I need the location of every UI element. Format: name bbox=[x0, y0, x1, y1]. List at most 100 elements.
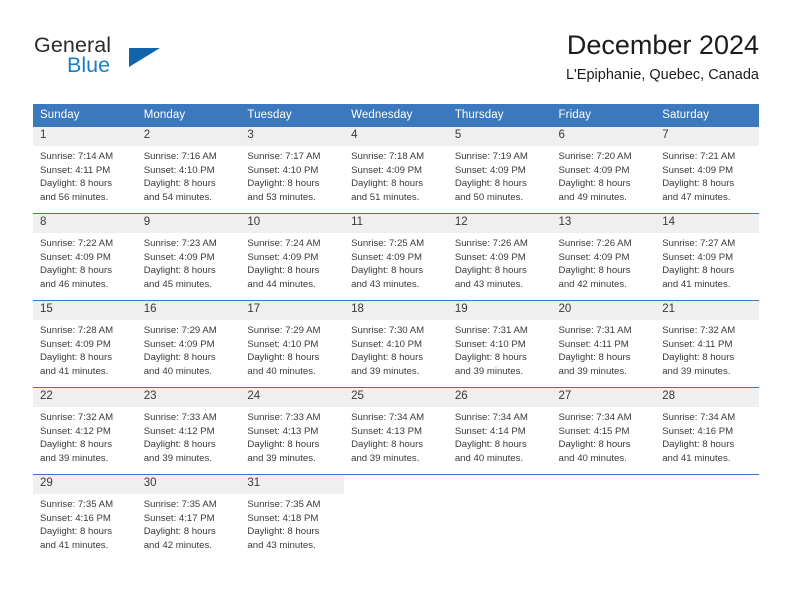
sunrise-text: Sunrise: 7:30 AM bbox=[351, 325, 425, 336]
calendar-day[interactable]: 1 Sunrise: 7:14 AM Sunset: 4:11 PM Daylight… bbox=[33, 126, 137, 213]
day-details: Sunrise: 7:32 AM Sunset: 4:12 PM Daylight:… bbox=[33, 407, 137, 465]
calendar-day[interactable]: 24 Sunrise: 7:33 AM Sunset: 4:13 PM Dayligh… bbox=[240, 387, 345, 474]
sunrise-text: Sunrise: 7:34 AM bbox=[662, 412, 736, 423]
daylight-text-line1: Daylight: 8 hours bbox=[143, 439, 216, 451]
calendar-cell bbox=[344, 474, 448, 568]
calendar-cell: 24 Sunrise: 7:33 AM Sunset: 4:13 PM Dayligh… bbox=[240, 387, 345, 474]
calendar-day[interactable]: 5 Sunrise: 7:19 AM Sunset: 4:09 PM Daylight… bbox=[447, 126, 552, 213]
calendar-day[interactable]: 14 Sunrise: 7:27 AM Sunset: 4:09 PM Dayligh… bbox=[655, 213, 759, 300]
calendar-day[interactable]: 23 Sunrise: 7:33 AM Sunset: 4:12 PM Dayligh… bbox=[136, 387, 241, 474]
sunset-text: Sunset: 4:16 PM bbox=[662, 425, 734, 437]
calendar-week-row: 1 Sunrise: 7:14 AM Sunset: 4:11 PM Daylight… bbox=[33, 126, 759, 213]
calendar-day[interactable]: 8 Sunrise: 7:22 AM Sunset: 4:09 PM Daylight… bbox=[33, 213, 137, 300]
calendar-day[interactable]: 27 Sunrise: 7:34 AM Sunset: 4:15 PM Dayligh… bbox=[551, 387, 656, 474]
calendar-day[interactable]: 21 Sunrise: 7:32 AM Sunset: 4:11 PM Dayligh… bbox=[655, 300, 759, 387]
page-title: December 2024 bbox=[566, 30, 759, 60]
day-details: Sunrise: 7:27 AM Sunset: 4:09 PM Daylight:… bbox=[655, 233, 759, 291]
sunset-text: Sunset: 4:12 PM bbox=[40, 425, 111, 437]
sunset-text: Sunset: 4:11 PM bbox=[558, 338, 629, 350]
daylight-text-line1: Daylight: 8 hours bbox=[454, 352, 527, 364]
calendar-day[interactable]: 13 Sunrise: 7:26 AM Sunset: 4:09 PM Dayligh… bbox=[551, 213, 656, 300]
daylight-text-line2: and 39 minutes. bbox=[454, 365, 524, 377]
calendar-cell: 16 Sunrise: 7:29 AM Sunset: 4:09 PM Dayligh… bbox=[136, 300, 241, 387]
calendar-day[interactable]: 28 Sunrise: 7:34 AM Sunset: 4:16 PM Dayligh… bbox=[655, 387, 759, 474]
daylight-text-line1: Daylight: 8 hours bbox=[40, 526, 112, 538]
sunrise-text: Sunrise: 7:29 AM bbox=[143, 325, 217, 336]
calendar-cell: 6 Sunrise: 7:20 AM Sunset: 4:09 PM Daylight… bbox=[551, 126, 656, 213]
calendar-day[interactable]: 4 Sunrise: 7:18 AM Sunset: 4:09 PM Daylight… bbox=[344, 126, 448, 213]
brand-logo[interactable]: General Blue bbox=[33, 33, 263, 91]
day-number: 4 bbox=[344, 127, 448, 146]
sunrise-text: Sunrise: 7:34 AM bbox=[351, 412, 425, 423]
weekday-header-saturday: Saturday bbox=[655, 104, 759, 126]
sunset-text: Sunset: 4:13 PM bbox=[351, 425, 423, 437]
sunset-text: Sunset: 4:09 PM bbox=[351, 251, 423, 263]
calendar-day[interactable]: 10 Sunrise: 7:24 AM Sunset: 4:09 PM Dayligh… bbox=[240, 213, 345, 300]
calendar-page: General Blue December 2024 L'Epiphanie, … bbox=[0, 0, 792, 612]
calendar-day[interactable]: 20 Sunrise: 7:31 AM Sunset: 4:11 PM Dayligh… bbox=[551, 300, 656, 387]
calendar-day[interactable]: 26 Sunrise: 7:34 AM Sunset: 4:14 PM Dayligh… bbox=[447, 387, 552, 474]
day-details: Sunrise: 7:29 AM Sunset: 4:09 PM Daylight:… bbox=[137, 320, 241, 378]
sunset-text: Sunset: 4:16 PM bbox=[40, 512, 111, 524]
calendar-day[interactable]: 9 Sunrise: 7:23 AM Sunset: 4:09 PM Daylight… bbox=[136, 213, 241, 300]
daylight-text-line2: and 47 minutes. bbox=[662, 191, 731, 203]
calendar-day[interactable]: 6 Sunrise: 7:20 AM Sunset: 4:09 PM Daylight… bbox=[551, 126, 656, 213]
calendar-day[interactable]: 2 Sunrise: 7:16 AM Sunset: 4:10 PM Daylight… bbox=[136, 126, 241, 213]
day-number: 14 bbox=[655, 214, 759, 233]
calendar-day[interactable]: 19 Sunrise: 7:31 AM Sunset: 4:10 PM Dayligh… bbox=[447, 300, 552, 387]
day-details: Sunrise: 7:24 AM Sunset: 4:09 PM Daylight:… bbox=[240, 233, 344, 291]
daylight-text-line2: and 40 minutes. bbox=[454, 452, 524, 464]
sunset-text: Sunset: 4:10 PM bbox=[454, 338, 526, 350]
sunset-text: Sunset: 4:09 PM bbox=[351, 164, 423, 176]
day-details: Sunrise: 7:18 AM Sunset: 4:09 PM Daylight:… bbox=[344, 146, 448, 204]
sunrise-text: Sunrise: 7:26 AM bbox=[454, 238, 528, 249]
calendar-day[interactable]: 22 Sunrise: 7:32 AM Sunset: 4:12 PM Dayligh… bbox=[33, 387, 137, 474]
calendar-day[interactable]: 17 Sunrise: 7:29 AM Sunset: 4:10 PM Dayligh… bbox=[240, 300, 345, 387]
daylight-text-line2: and 41 minutes. bbox=[662, 452, 731, 464]
sunrise-sunset-calendar-table: Sunday Monday Tuesday Wednesday Thursday… bbox=[33, 104, 759, 568]
sunrise-text: Sunrise: 7:35 AM bbox=[143, 499, 217, 510]
daylight-text-line2: and 41 minutes. bbox=[40, 365, 109, 377]
calendar-day[interactable]: 7 Sunrise: 7:21 AM Sunset: 4:09 PM Daylight… bbox=[655, 126, 759, 213]
sunset-text: Sunset: 4:09 PM bbox=[454, 251, 526, 263]
sunset-text: Sunset: 4:09 PM bbox=[143, 251, 215, 263]
day-number: 10 bbox=[240, 214, 345, 233]
calendar-day[interactable]: 18 Sunrise: 7:30 AM Sunset: 4:10 PM Dayligh… bbox=[344, 300, 448, 387]
calendar-day[interactable]: 12 Sunrise: 7:26 AM Sunset: 4:09 PM Dayligh… bbox=[447, 213, 552, 300]
calendar-cell: 1 Sunrise: 7:14 AM Sunset: 4:11 PM Daylight… bbox=[33, 126, 137, 213]
calendar-day[interactable]: 11 Sunrise: 7:25 AM Sunset: 4:09 PM Dayligh… bbox=[344, 213, 448, 300]
day-number: 22 bbox=[33, 388, 137, 407]
calendar-day[interactable]: 29 Sunrise: 7:35 AM Sunset: 4:16 PM Dayligh… bbox=[33, 474, 137, 568]
day-number: 11 bbox=[344, 214, 448, 233]
calendar-day[interactable]: 30 Sunrise: 7:35 AM Sunset: 4:17 PM Dayligh… bbox=[136, 474, 241, 568]
calendar-day[interactable]: 25 Sunrise: 7:34 AM Sunset: 4:13 PM Dayligh… bbox=[344, 387, 448, 474]
weekday-header-sunday: Sunday bbox=[33, 104, 137, 126]
sunrise-text: Sunrise: 7:25 AM bbox=[351, 238, 425, 249]
day-number: 7 bbox=[655, 127, 759, 146]
sunrise-text: Sunrise: 7:35 AM bbox=[247, 499, 321, 510]
day-details: Sunrise: 7:34 AM Sunset: 4:14 PM Daylight:… bbox=[448, 407, 552, 465]
day-number: 3 bbox=[240, 127, 345, 146]
day-number: 31 bbox=[240, 475, 345, 494]
calendar-day-empty bbox=[447, 474, 552, 568]
daylight-text-line2: and 39 minutes. bbox=[40, 452, 109, 464]
sunrise-text: Sunrise: 7:21 AM bbox=[662, 151, 736, 162]
sunset-text: Sunset: 4:17 PM bbox=[143, 512, 215, 524]
sunset-text: Sunset: 4:10 PM bbox=[351, 338, 423, 350]
daylight-text-line1: Daylight: 8 hours bbox=[558, 178, 631, 190]
daylight-text-line2: and 45 minutes. bbox=[143, 278, 212, 290]
day-details: Sunrise: 7:33 AM Sunset: 4:12 PM Daylight:… bbox=[137, 407, 241, 465]
calendar-day[interactable]: 3 Sunrise: 7:17 AM Sunset: 4:10 PM Daylight… bbox=[240, 126, 345, 213]
calendar-day[interactable]: 31 Sunrise: 7:35 AM Sunset: 4:18 PM Dayligh… bbox=[240, 474, 345, 568]
sunrise-text: Sunrise: 7:17 AM bbox=[247, 151, 321, 162]
day-details: Sunrise: 7:16 AM Sunset: 4:10 PM Daylight:… bbox=[137, 146, 241, 204]
daylight-text-line1: Daylight: 8 hours bbox=[143, 178, 216, 190]
daylight-text-line1: Daylight: 8 hours bbox=[40, 352, 112, 364]
calendar-cell: 30 Sunrise: 7:35 AM Sunset: 4:17 PM Dayligh… bbox=[136, 474, 241, 568]
calendar-day[interactable]: 15 Sunrise: 7:28 AM Sunset: 4:09 PM Dayligh… bbox=[33, 300, 137, 387]
calendar-cell: 18 Sunrise: 7:30 AM Sunset: 4:10 PM Dayligh… bbox=[344, 300, 448, 387]
calendar-cell: 8 Sunrise: 7:22 AM Sunset: 4:09 PM Daylight… bbox=[33, 213, 137, 300]
calendar-cell: 28 Sunrise: 7:34 AM Sunset: 4:16 PM Dayligh… bbox=[655, 387, 759, 474]
calendar-day[interactable]: 16 Sunrise: 7:29 AM Sunset: 4:09 PM Dayligh… bbox=[136, 300, 241, 387]
day-number: 27 bbox=[551, 388, 656, 407]
